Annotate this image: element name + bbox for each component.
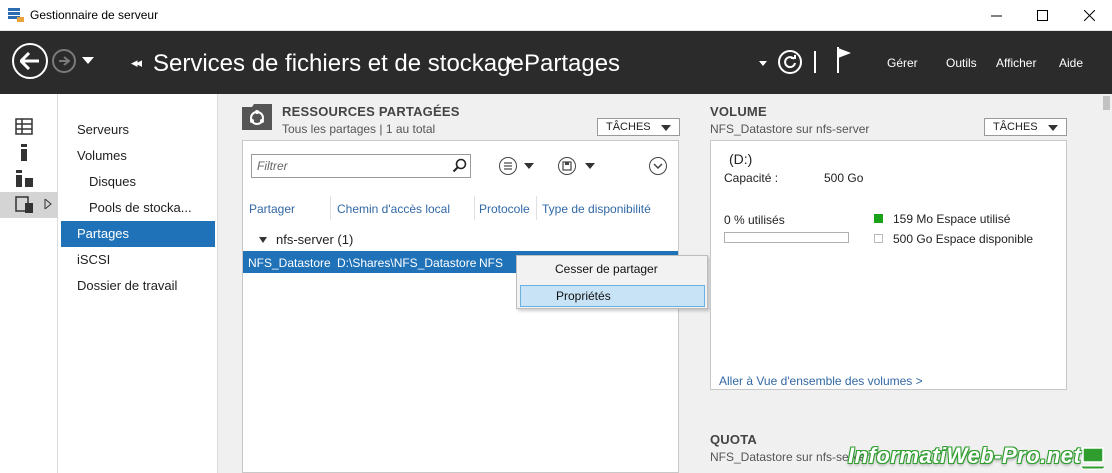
volume-section-title: VOLUME bbox=[710, 104, 767, 119]
navigation-panel: Serveurs Volumes Disques Pools de stocka… bbox=[58, 94, 218, 473]
maximize-icon bbox=[1036, 10, 1048, 21]
list-view-button[interactable] bbox=[499, 157, 517, 175]
nav-item-work-folders[interactable]: Dossier de travail bbox=[61, 273, 215, 299]
watermark-text: InformatiWeb-Pro.net bbox=[848, 443, 1082, 468]
volume-tasks-dropdown[interactable]: TÂCHES bbox=[984, 118, 1067, 136]
column-divider bbox=[474, 196, 475, 220]
window-title: Gestionnaire de serveur bbox=[30, 8, 159, 22]
dashboard-icon[interactable] bbox=[15, 118, 35, 136]
context-menu: Cesser de partager Propriétés bbox=[516, 255, 708, 309]
file-storage-icon bbox=[15, 196, 33, 213]
volume-section-subtitle: NFS_Datastore sur nfs-server bbox=[710, 122, 870, 136]
cell-protocol: NFS bbox=[479, 256, 503, 270]
group-header-server[interactable]: nfs-server (1) bbox=[276, 232, 353, 247]
minimize-button[interactable] bbox=[973, 0, 1019, 31]
used-space-legend: 159 Mo Espace utilisé bbox=[893, 212, 1011, 226]
laptop-logo-icon bbox=[1080, 447, 1106, 470]
cell-share: NFS_Datastore bbox=[248, 256, 331, 270]
breadcrumb-current: Partages bbox=[524, 50, 621, 77]
column-header-local-path[interactable]: Chemin d'accès local bbox=[337, 202, 450, 216]
breadcrumb-separator-icon bbox=[507, 56, 513, 66]
shares-folder-icon bbox=[242, 104, 272, 130]
menu-tools[interactable]: Outils bbox=[946, 56, 977, 70]
menu-item-stop-sharing[interactable]: Cesser de partager bbox=[520, 259, 705, 281]
usage-percent-label: 0 % utilisés bbox=[724, 213, 785, 227]
shares-section-title: RESSOURCES PARTAGÉES bbox=[282, 104, 460, 119]
menu-manage[interactable]: Gérer bbox=[887, 56, 918, 70]
quota-section-subtitle: NFS_Datastore sur nfs-server bbox=[710, 450, 870, 464]
icon-sidebar bbox=[0, 94, 58, 473]
nav-item-servers[interactable]: Serveurs bbox=[61, 117, 215, 143]
header-divider bbox=[814, 51, 816, 73]
forward-button[interactable] bbox=[52, 49, 76, 73]
save-query-dropdown-icon[interactable] bbox=[585, 163, 595, 169]
shares-section-subtitle: Tous les partages | 1 au total bbox=[282, 122, 436, 136]
used-space-swatch bbox=[874, 214, 883, 223]
menu-help[interactable]: Aide bbox=[1059, 56, 1083, 70]
maximize-button[interactable] bbox=[1019, 0, 1065, 31]
volume-tasks-label: TÂCHES bbox=[993, 121, 1038, 133]
free-space-legend: 500 Go Espace disponible bbox=[893, 232, 1034, 246]
free-space-swatch bbox=[874, 234, 883, 243]
usage-progress-bar bbox=[724, 232, 849, 243]
arrow-left-icon bbox=[20, 52, 39, 70]
list-options-icon bbox=[504, 162, 512, 170]
search-icon[interactable] bbox=[452, 158, 468, 174]
save-query-button[interactable] bbox=[558, 157, 576, 175]
back-button[interactable] bbox=[12, 43, 48, 79]
column-header-protocol[interactable]: Protocole bbox=[479, 202, 530, 216]
list-view-dropdown-icon[interactable] bbox=[524, 163, 534, 169]
volume-drive-letter: (D:) bbox=[729, 151, 753, 167]
nav-item-iscsi[interactable]: iSCSI bbox=[61, 247, 215, 273]
save-icon bbox=[562, 161, 572, 171]
close-icon bbox=[1083, 10, 1095, 21]
cell-local-path: D:\Shares\NFS_Datastore bbox=[337, 256, 477, 270]
nav-item-disks[interactable]: Disques bbox=[61, 169, 215, 195]
server-manager-app-icon bbox=[8, 8, 24, 22]
scrollbar-thumb[interactable] bbox=[1103, 96, 1110, 110]
filter-input[interactable]: Filtrer bbox=[251, 154, 471, 178]
capacity-label: Capacité : bbox=[724, 171, 779, 185]
column-header-share[interactable]: Partager bbox=[249, 202, 295, 216]
minimize-icon bbox=[990, 15, 1002, 17]
refresh-button[interactable] bbox=[778, 50, 802, 74]
chevron-down-circle-icon bbox=[653, 163, 663, 170]
column-divider bbox=[536, 196, 537, 220]
breadcrumb-chevrons-icon[interactable]: ◂◂ bbox=[131, 55, 142, 71]
close-button[interactable] bbox=[1066, 0, 1112, 31]
column-divider bbox=[330, 196, 331, 220]
quota-section-title: QUOTA bbox=[710, 432, 757, 447]
shares-tasks-label: TÂCHES bbox=[606, 121, 651, 133]
vertical-scrollbar[interactable] bbox=[1101, 94, 1112, 473]
nav-item-volumes[interactable]: Volumes bbox=[61, 143, 215, 169]
local-server-icon[interactable] bbox=[15, 144, 35, 162]
breadcrumb-dropdown-icon[interactable] bbox=[759, 61, 767, 66]
column-header-availability[interactable]: Type de disponibilité bbox=[542, 202, 651, 216]
nav-item-storage-pools[interactable]: Pools de stocka... bbox=[61, 195, 215, 221]
all-servers-icon[interactable] bbox=[15, 170, 35, 188]
expand-filter-button[interactable] bbox=[649, 157, 667, 175]
menu-view[interactable]: Afficher bbox=[996, 56, 1036, 70]
history-dropdown-icon[interactable] bbox=[82, 57, 94, 64]
shares-tasks-dropdown[interactable]: TÂCHES bbox=[597, 118, 680, 136]
expand-chevron-icon bbox=[44, 199, 52, 209]
nav-item-shares[interactable]: Partages bbox=[61, 221, 215, 247]
arrow-right-icon bbox=[59, 56, 70, 66]
header-bar: ◂◂ Services de fichiers et de stockage P… bbox=[0, 31, 1112, 94]
file-storage-services-icon[interactable] bbox=[0, 192, 58, 218]
chevron-down-icon bbox=[1048, 125, 1058, 131]
capacity-value: 500 Go bbox=[824, 171, 864, 185]
chevron-down-icon bbox=[661, 125, 671, 131]
notifications-flag-icon[interactable] bbox=[836, 47, 852, 73]
volumes-overview-link[interactable]: Aller à Vue d'ensemble des volumes > bbox=[719, 374, 923, 388]
breadcrumb-root[interactable]: Services de fichiers et de stockage bbox=[153, 50, 524, 78]
refresh-icon bbox=[784, 55, 796, 69]
menu-item-properties[interactable]: Propriétés bbox=[520, 285, 705, 307]
group-collapse-icon[interactable] bbox=[259, 237, 267, 243]
title-bar: Gestionnaire de serveur bbox=[0, 0, 1112, 31]
